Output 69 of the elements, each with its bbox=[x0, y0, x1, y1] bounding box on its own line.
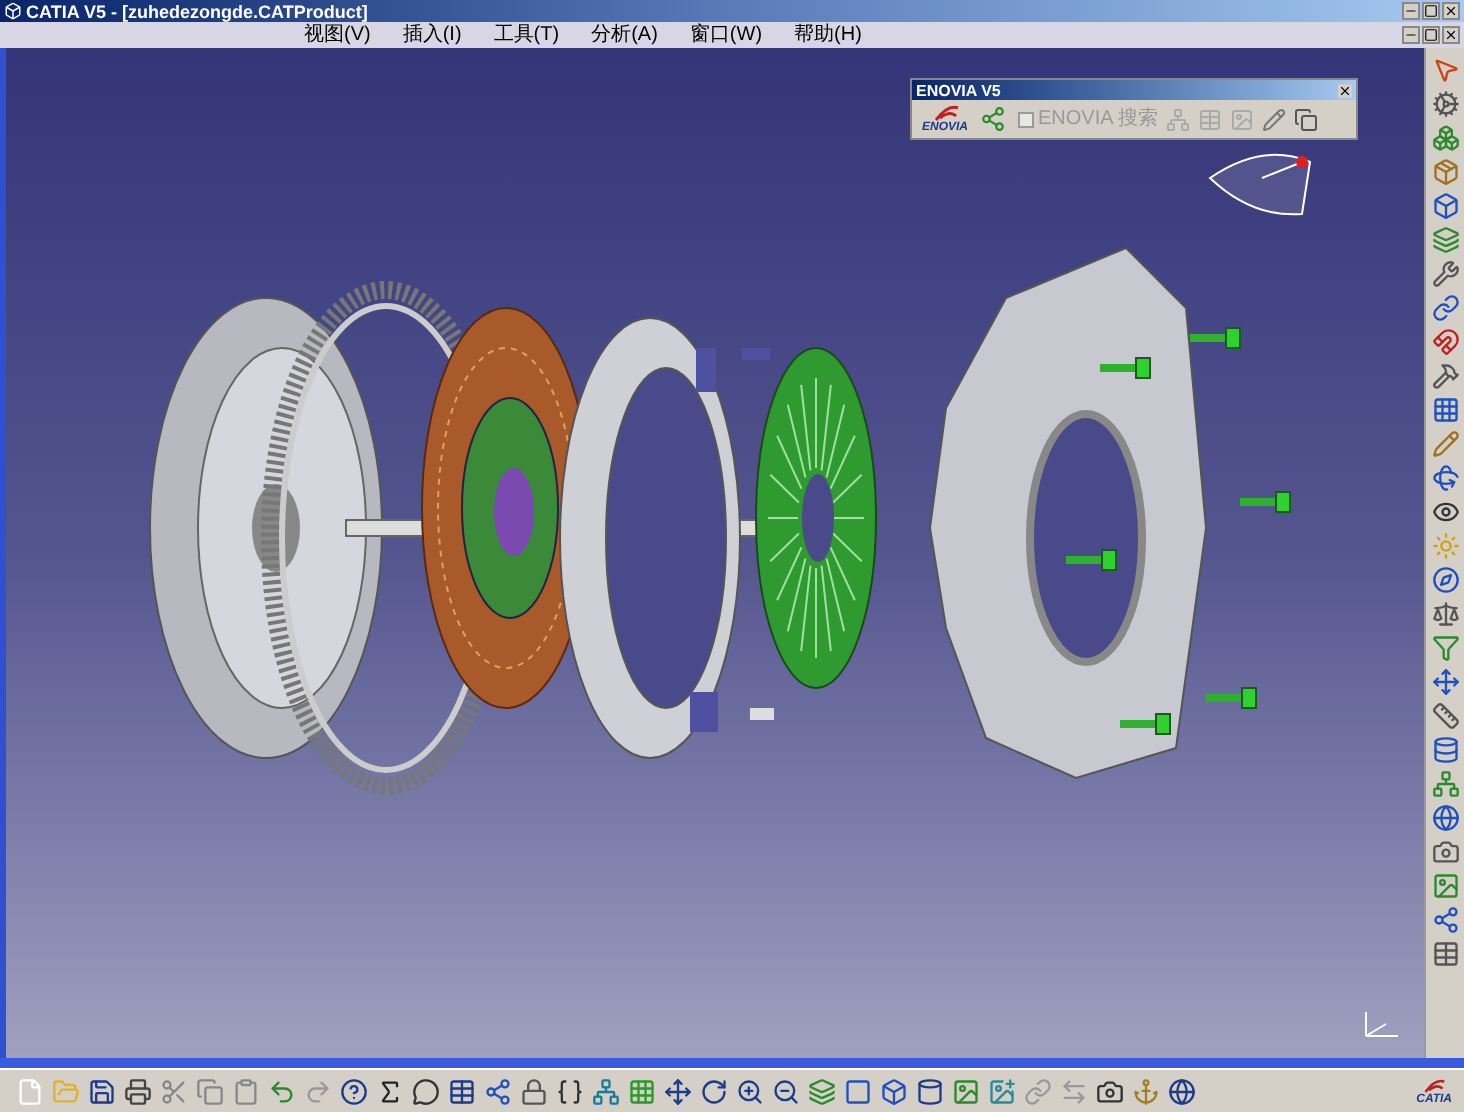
layers-icon[interactable] bbox=[808, 1077, 836, 1105]
clipboard-icon[interactable] bbox=[232, 1077, 260, 1105]
close-icon[interactable] bbox=[1338, 83, 1352, 97]
square-icon[interactable] bbox=[844, 1077, 872, 1105]
table-icon[interactable] bbox=[448, 1077, 476, 1105]
eye-icon[interactable] bbox=[1431, 498, 1459, 526]
minimize-icon[interactable] bbox=[1402, 26, 1420, 44]
menu-item[interactable]: 帮助(H) bbox=[794, 23, 862, 47]
cursor-icon[interactable] bbox=[1431, 56, 1459, 84]
share-icon[interactable] bbox=[980, 106, 1007, 132]
lock-icon[interactable] bbox=[520, 1077, 548, 1105]
braces-icon[interactable] bbox=[556, 1077, 584, 1105]
save-icon[interactable] bbox=[88, 1077, 116, 1105]
menu-item[interactable]: 窗口(W) bbox=[689, 23, 763, 47]
copy-icon[interactable] bbox=[1294, 107, 1319, 131]
zoom-in-icon[interactable] bbox=[736, 1077, 764, 1105]
filter-icon[interactable] bbox=[1431, 634, 1459, 662]
close-icon[interactable] bbox=[1442, 2, 1460, 20]
link-icon[interactable] bbox=[1431, 294, 1459, 322]
menu-item[interactable]: 工具(T) bbox=[493, 23, 560, 47]
zoom-out-icon[interactable] bbox=[772, 1077, 800, 1105]
undo-icon[interactable] bbox=[268, 1077, 296, 1105]
help-icon[interactable] bbox=[340, 1077, 368, 1105]
rotate-icon[interactable] bbox=[700, 1077, 728, 1105]
formula-icon[interactable] bbox=[376, 1077, 404, 1105]
image-icon[interactable] bbox=[952, 1077, 980, 1105]
image-plus-icon[interactable] bbox=[988, 1077, 1016, 1105]
print-icon[interactable] bbox=[124, 1077, 152, 1105]
share-icon[interactable] bbox=[484, 1077, 512, 1105]
database-icon[interactable] bbox=[1431, 736, 1459, 764]
cylinder-icon[interactable] bbox=[916, 1077, 944, 1105]
ds-logo-icon bbox=[1422, 1077, 1447, 1093]
menu-item[interactable]: 分析(A) bbox=[591, 23, 658, 47]
camera-icon[interactable] bbox=[1431, 838, 1459, 866]
magnet-icon[interactable] bbox=[1431, 328, 1459, 356]
compass-icon[interactable] bbox=[1431, 566, 1459, 594]
table-icon[interactable] bbox=[1431, 940, 1459, 968]
globe-icon[interactable] bbox=[1168, 1077, 1196, 1105]
rotate-3d-icon[interactable] bbox=[1431, 464, 1459, 492]
cube-icon[interactable] bbox=[1431, 192, 1459, 220]
image-icon[interactable] bbox=[1431, 872, 1459, 900]
camera-icon[interactable] bbox=[1096, 1077, 1124, 1105]
gear-icon[interactable] bbox=[1431, 90, 1459, 118]
pencil-icon[interactable] bbox=[1262, 107, 1287, 131]
window-title: CATIA V5 - [zuhedezongde.CATProduct] bbox=[26, 1, 368, 21]
menu-item[interactable]: 插入(I) bbox=[402, 23, 462, 47]
app-icon bbox=[4, 2, 22, 20]
layers-icon[interactable] bbox=[1431, 226, 1459, 254]
ds-logo-icon bbox=[931, 104, 959, 122]
cube-icon[interactable] bbox=[880, 1077, 908, 1105]
ruler-icon[interactable] bbox=[1431, 702, 1459, 730]
network-icon[interactable] bbox=[1431, 770, 1459, 798]
minimize-icon[interactable] bbox=[1402, 2, 1420, 20]
package-icon[interactable] bbox=[1431, 158, 1459, 186]
close-icon[interactable] bbox=[1442, 26, 1460, 44]
scale-icon[interactable] bbox=[1431, 600, 1459, 628]
toolbar-title: ENOVIA V5 bbox=[916, 81, 1001, 99]
share-icon[interactable] bbox=[1431, 906, 1459, 934]
comment-icon[interactable] bbox=[412, 1077, 440, 1105]
menu-item[interactable]: 视图(V) bbox=[304, 23, 371, 47]
wrench-icon[interactable] bbox=[1431, 260, 1459, 288]
hammer-icon[interactable] bbox=[1431, 362, 1459, 390]
pencil-icon[interactable] bbox=[1431, 430, 1459, 458]
pan-icon[interactable] bbox=[664, 1077, 692, 1105]
globe-icon[interactable] bbox=[1431, 804, 1459, 832]
move-icon[interactable] bbox=[1431, 668, 1459, 696]
checkbox-label: ENOVIA 搜索 bbox=[1038, 107, 1159, 131]
boxes-icon[interactable] bbox=[1431, 124, 1459, 152]
grid-icon[interactable] bbox=[1431, 396, 1459, 424]
